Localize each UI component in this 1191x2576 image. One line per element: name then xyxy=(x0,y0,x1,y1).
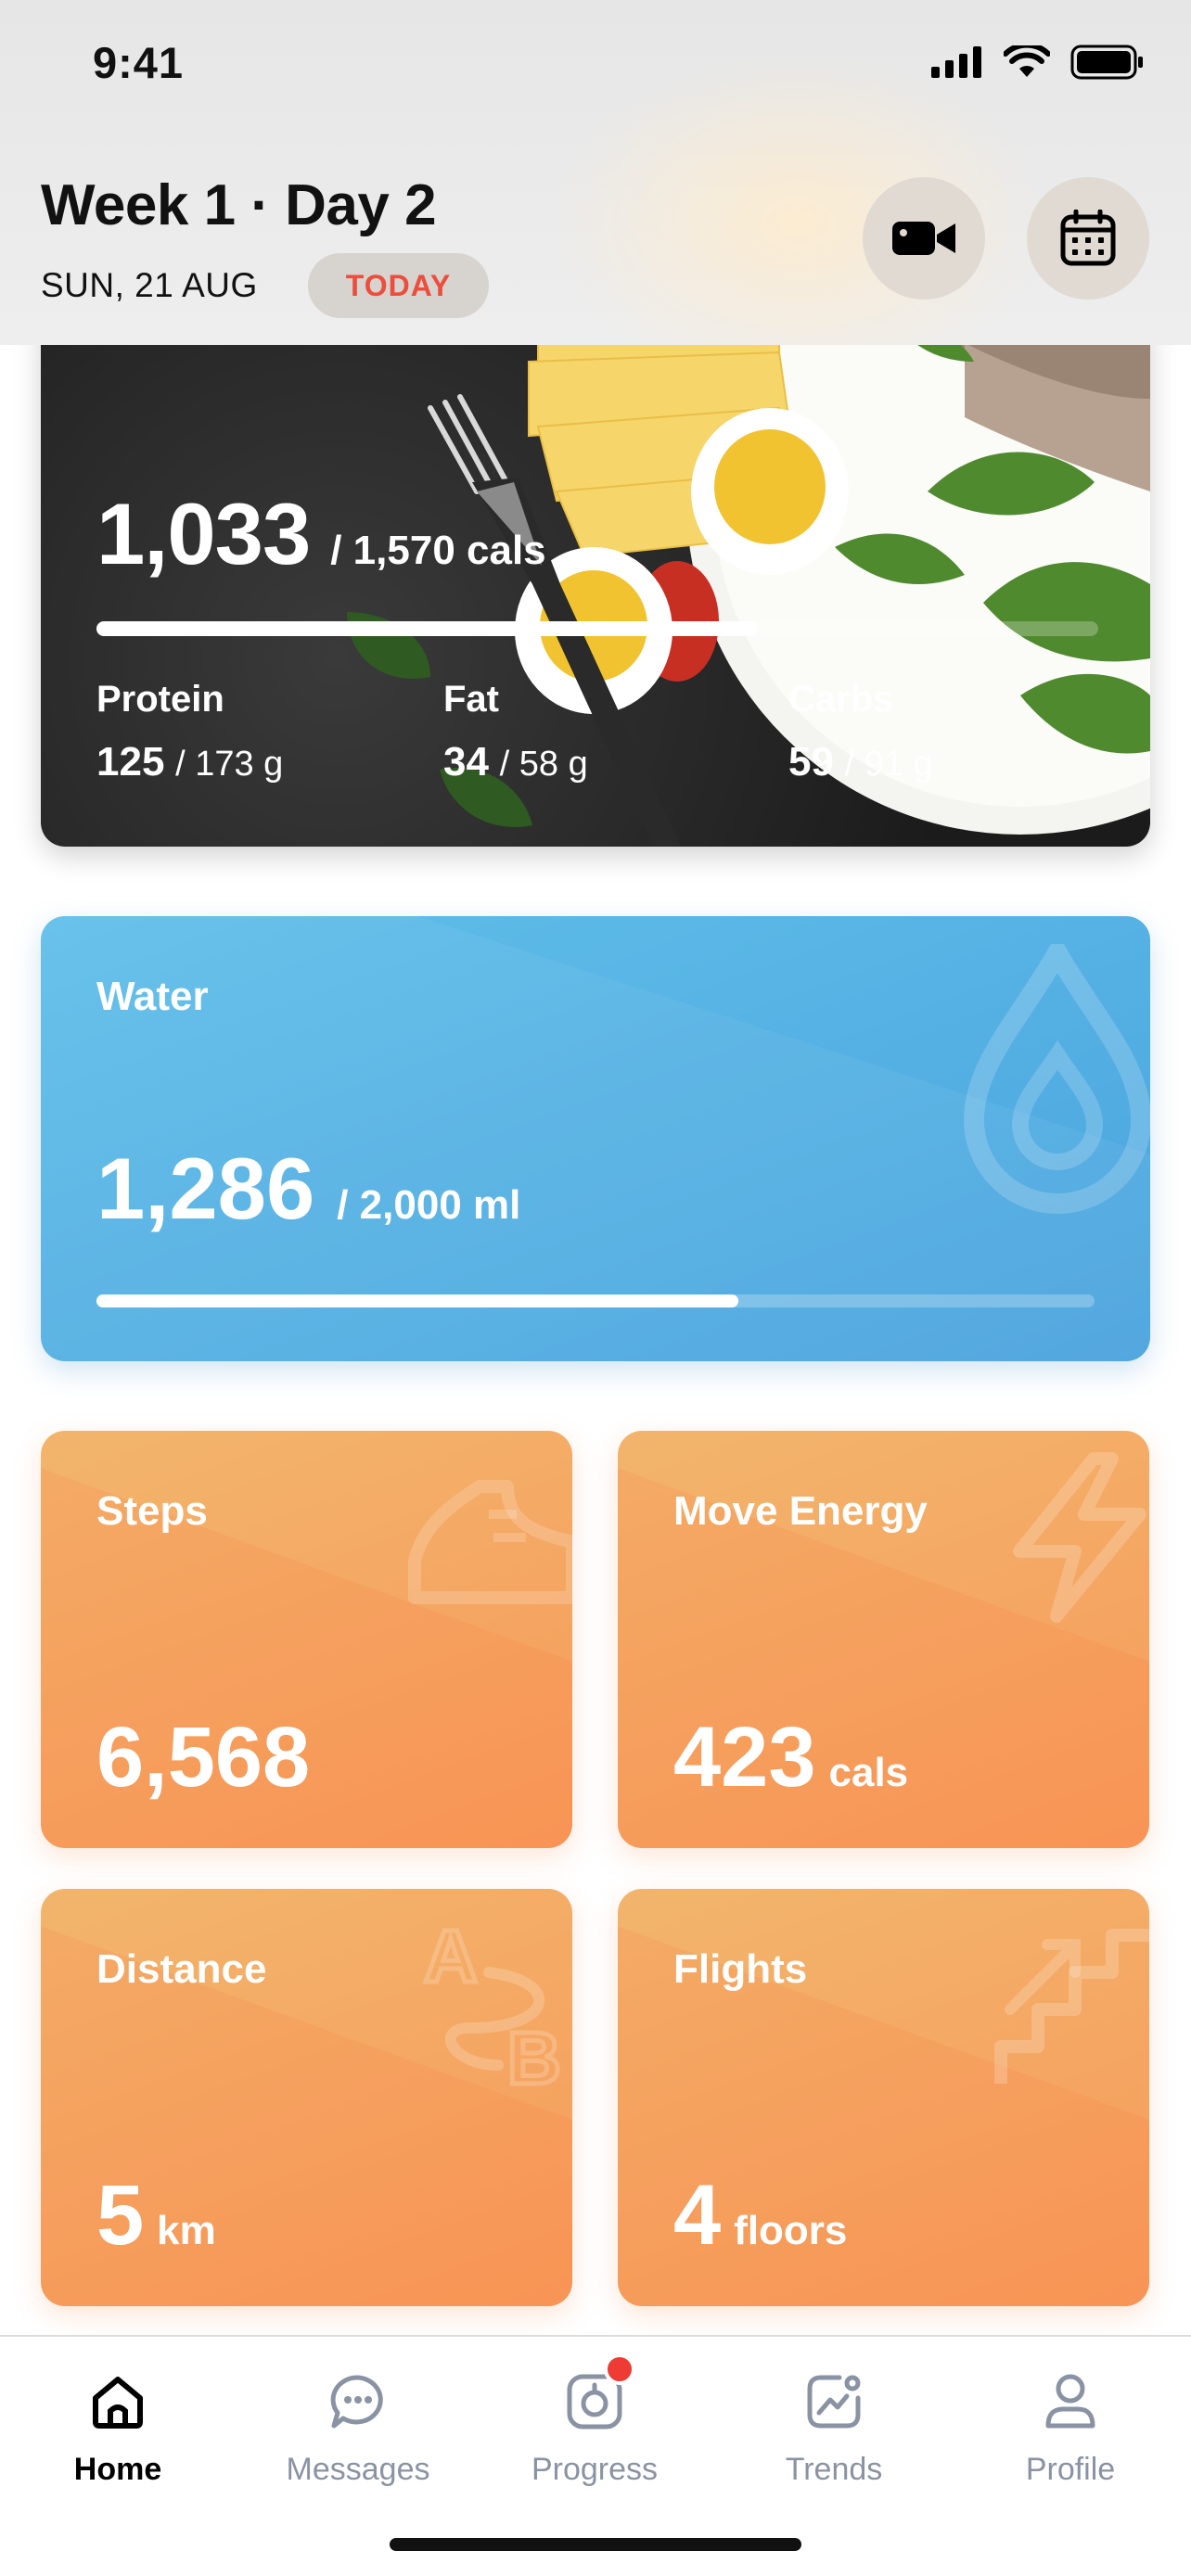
macro-label: Fat xyxy=(443,679,499,720)
battery-icon xyxy=(1070,45,1143,80)
tab-messages[interactable]: Messages xyxy=(265,2365,451,2488)
header: 9:41 Week 1 · Day 2 SUN, 21 AUG TODAY xyxy=(0,0,1191,345)
flights-unit: floors xyxy=(734,2208,848,2253)
a-to-b-icon: A B xyxy=(422,1913,564,2094)
sneaker-icon xyxy=(408,1480,572,1604)
steps-value: 6,568 xyxy=(96,1710,311,1804)
tab-trends[interactable]: Trends xyxy=(741,2365,927,2488)
macro-label: Carbs xyxy=(788,679,894,720)
nutrition-card[interactable]: 1,033 / 1,570 cals Protein 125 / 173 g F… xyxy=(41,306,1150,847)
chat-bubble-icon xyxy=(330,2375,383,2429)
move-energy-unit: cals xyxy=(828,1750,909,1795)
water-title: Water xyxy=(96,974,209,1019)
today-badge[interactable]: TODAY xyxy=(308,253,489,318)
distance-card[interactable]: A B Distance 5 km xyxy=(41,1889,572,2306)
home-icon xyxy=(93,2377,143,2429)
steps-value-row: 6,568 xyxy=(96,1709,323,1806)
tab-home[interactable]: Home xyxy=(25,2365,211,2488)
macro-value: 59 xyxy=(788,739,834,784)
cellular-signal-icon xyxy=(931,46,981,78)
tab-icon-wrap xyxy=(978,2365,1163,2439)
flights-title: Flights xyxy=(673,1946,808,1992)
wifi-icon xyxy=(1004,45,1050,77)
macro-total: / 173 g xyxy=(175,745,284,784)
distance-value-row: 5 km xyxy=(96,2167,216,2264)
calories-progress-bar xyxy=(96,621,1098,636)
stairs-icon xyxy=(994,1929,1149,2084)
distance-value: 5 xyxy=(96,2168,145,2263)
water-progress-bar xyxy=(96,1294,1095,1307)
move-energy-value-row: 423 cals xyxy=(673,1709,908,1806)
tab-label: Home xyxy=(73,2452,162,2487)
tab-progress[interactable]: Progress xyxy=(502,2353,687,2488)
video-camera-icon xyxy=(892,222,955,255)
tab-icon-wrap xyxy=(265,2365,451,2439)
distance-unit: km xyxy=(157,2208,216,2253)
tab-icon-wrap xyxy=(741,2365,927,2439)
tab-label: Messages xyxy=(286,2452,430,2487)
calories-progress-fill xyxy=(96,621,758,636)
status-time: 9:41 xyxy=(93,38,185,87)
video-button[interactable] xyxy=(863,177,985,300)
person-icon xyxy=(1045,2374,1095,2429)
water-progress-fill xyxy=(96,1294,738,1307)
flights-card[interactable]: Flights 4 floors xyxy=(618,1889,1149,2306)
macro-value-row: 59 / 91 g xyxy=(788,739,933,785)
svg-text:B: B xyxy=(507,2017,561,2093)
distance-title: Distance xyxy=(96,1946,267,1992)
lightning-icon xyxy=(1013,1452,1146,1623)
calories-summary: 1,033 / 1,570 cals xyxy=(96,484,546,584)
water-total: / 2,000 ml xyxy=(337,1182,521,1228)
status-icons xyxy=(931,45,1145,80)
calendar-button[interactable] xyxy=(1027,177,1149,300)
macro-label: Protein xyxy=(96,679,224,720)
tab-icon-wrap xyxy=(502,2353,687,2439)
macro-value: 34 xyxy=(443,739,489,784)
macro-value-row: 34 / 58 g xyxy=(443,739,588,785)
flights-value-row: 4 floors xyxy=(673,2167,847,2264)
svg-text:A: A xyxy=(424,1915,478,1997)
water-drop-icon xyxy=(963,944,1150,1214)
home-indicator xyxy=(390,2538,801,2551)
tab-profile[interactable]: Profile xyxy=(978,2365,1163,2488)
calories-total: / 1,570 cals xyxy=(330,528,546,573)
tab-icon-wrap xyxy=(25,2365,211,2439)
macro-carbs: Carbs 59 / 91 g xyxy=(788,679,933,785)
steps-title: Steps xyxy=(96,1488,208,1534)
tab-label: Trends xyxy=(785,2452,883,2487)
macro-total: / 91 g xyxy=(844,745,933,784)
notification-dot xyxy=(604,2353,635,2385)
tab-label: Progress xyxy=(531,2452,659,2487)
water-card[interactable]: Water 1,286 / 2,000 ml xyxy=(41,916,1150,1361)
macro-value-row: 125 / 173 g xyxy=(96,739,283,785)
macro-fat: Fat 34 / 58 g xyxy=(443,679,588,785)
water-value: 1,286 xyxy=(96,1140,315,1237)
move-energy-value: 423 xyxy=(673,1710,816,1804)
page-title: Week 1 · Day 2 xyxy=(41,173,437,237)
macro-value: 125 xyxy=(96,739,165,784)
macro-protein: Protein 125 / 173 g xyxy=(96,679,283,785)
water-summary: 1,286 / 2,000 ml xyxy=(96,1139,520,1239)
calendar-icon xyxy=(1060,210,1116,266)
flights-value: 4 xyxy=(673,2168,722,2263)
move-energy-title: Move Energy xyxy=(673,1488,928,1534)
move-energy-card[interactable]: Move Energy 423 cals xyxy=(618,1431,1149,1848)
trends-chart-icon xyxy=(807,2375,861,2429)
date-label: SUN, 21 AUG xyxy=(41,266,258,304)
steps-card[interactable]: Steps 6,568 xyxy=(41,1431,572,1848)
tab-label: Profile xyxy=(1025,2452,1116,2487)
calories-value: 1,033 xyxy=(96,485,311,582)
macro-total: / 58 g xyxy=(499,745,588,784)
